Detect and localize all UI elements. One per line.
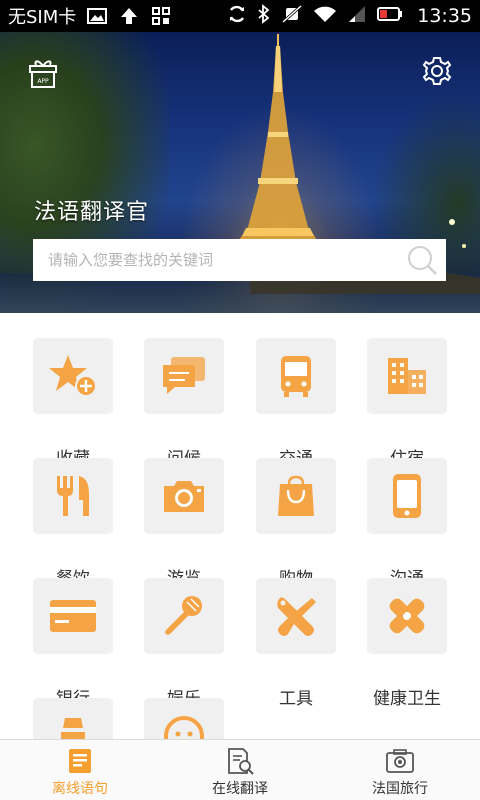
tab-online-translate[interactable]: 在线翻译 bbox=[160, 740, 320, 800]
gift-button[interactable]: APP bbox=[28, 56, 58, 90]
category-item-greetings[interactable]: 问候 bbox=[144, 338, 254, 469]
gift-icon: APP bbox=[29, 60, 57, 88]
category-item-shopping[interactable]: 购物 bbox=[256, 458, 366, 589]
category-item-lodging[interactable]: 住宿 bbox=[367, 338, 477, 469]
category-tile[interactable] bbox=[256, 338, 336, 414]
wifi-icon bbox=[313, 5, 337, 28]
tab-label: 在线翻译 bbox=[212, 781, 268, 797]
bank-card-icon bbox=[50, 600, 96, 632]
sync-icon bbox=[227, 4, 247, 29]
category-tile[interactable] bbox=[33, 338, 113, 414]
category-tile[interactable] bbox=[33, 458, 113, 534]
tab-label: 法国旅行 bbox=[372, 781, 428, 797]
status-bar: 无SIM卡 13:35 bbox=[0, 0, 480, 32]
category-tile[interactable] bbox=[33, 698, 113, 739]
cone-icon bbox=[61, 718, 85, 739]
search-button[interactable] bbox=[402, 240, 442, 280]
tools-icon bbox=[277, 597, 316, 636]
building-icon bbox=[388, 358, 426, 394]
category-label: 工具 bbox=[279, 689, 313, 709]
category-tile[interactable] bbox=[367, 338, 447, 414]
search-bar bbox=[33, 239, 446, 281]
category-item-health[interactable]: 健康卫生 bbox=[367, 578, 477, 709]
search-input[interactable] bbox=[33, 240, 402, 280]
category-item-favorites[interactable]: 收藏 bbox=[33, 338, 143, 469]
phone-icon bbox=[393, 474, 421, 518]
bus-icon bbox=[281, 356, 311, 397]
category-item-communication[interactable]: 沟通 bbox=[367, 458, 477, 589]
face-icon bbox=[164, 716, 204, 739]
camera-travel-icon bbox=[385, 746, 415, 776]
category-item-misc-2[interactable] bbox=[144, 698, 254, 739]
fork-knife-icon bbox=[57, 476, 89, 516]
upload-icon bbox=[118, 5, 140, 27]
category-item-dining[interactable]: 餐饮 bbox=[33, 458, 143, 589]
category-tile[interactable] bbox=[144, 458, 224, 534]
mute-icon bbox=[281, 4, 303, 29]
star-add-icon bbox=[49, 355, 97, 397]
chat-bubbles-icon bbox=[163, 357, 205, 394]
apps-icon bbox=[150, 5, 172, 27]
category-item-misc-1[interactable] bbox=[33, 698, 143, 739]
category-item-entertainment[interactable]: 娱乐 bbox=[144, 578, 254, 709]
category-tile[interactable] bbox=[144, 698, 224, 739]
clock: 13:35 bbox=[417, 5, 472, 27]
category-grid: 收藏 问候 交通 bbox=[0, 313, 480, 739]
gear-icon bbox=[422, 57, 452, 85]
category-item-sightseeing[interactable]: 游览 bbox=[144, 458, 254, 589]
settings-button[interactable] bbox=[420, 54, 454, 88]
signal-icon bbox=[347, 5, 367, 28]
hero-banner: APP 法语翻译官 bbox=[0, 32, 480, 313]
category-item-tools[interactable]: 工具 bbox=[256, 578, 366, 709]
category-tile[interactable] bbox=[367, 578, 447, 654]
search-icon bbox=[408, 246, 437, 275]
category-tile[interactable] bbox=[33, 578, 113, 654]
image-icon bbox=[86, 5, 108, 27]
category-tile[interactable] bbox=[144, 338, 224, 414]
tab-label: 离线语句 bbox=[52, 781, 108, 797]
shopping-bag-icon bbox=[278, 475, 314, 516]
category-item-transport[interactable]: 交通 bbox=[256, 338, 366, 469]
bluetooth-icon bbox=[257, 3, 271, 29]
app-title: 法语翻译官 bbox=[34, 200, 150, 225]
category-tile[interactable] bbox=[256, 578, 336, 654]
category-item-bank[interactable]: 银行 bbox=[33, 578, 143, 709]
book-icon bbox=[65, 746, 95, 776]
tab-france-travel[interactable]: 法国旅行 bbox=[320, 740, 480, 800]
bottom-nav: 离线语句 在线翻译 法国旅行 bbox=[0, 739, 480, 800]
category-label: 健康卫生 bbox=[373, 689, 441, 709]
tab-offline-phrases[interactable]: 离线语句 bbox=[0, 740, 160, 800]
bandage-icon bbox=[389, 598, 425, 634]
microphone-icon bbox=[165, 596, 202, 635]
battery-icon bbox=[377, 6, 403, 27]
camera-icon bbox=[164, 481, 204, 512]
document-search-icon bbox=[225, 746, 255, 776]
category-tile[interactable] bbox=[256, 458, 336, 534]
gift-badge: APP bbox=[37, 78, 49, 85]
category-tile[interactable] bbox=[144, 578, 224, 654]
category-tile[interactable] bbox=[367, 458, 447, 534]
carrier-text: 无SIM卡 bbox=[8, 7, 77, 28]
